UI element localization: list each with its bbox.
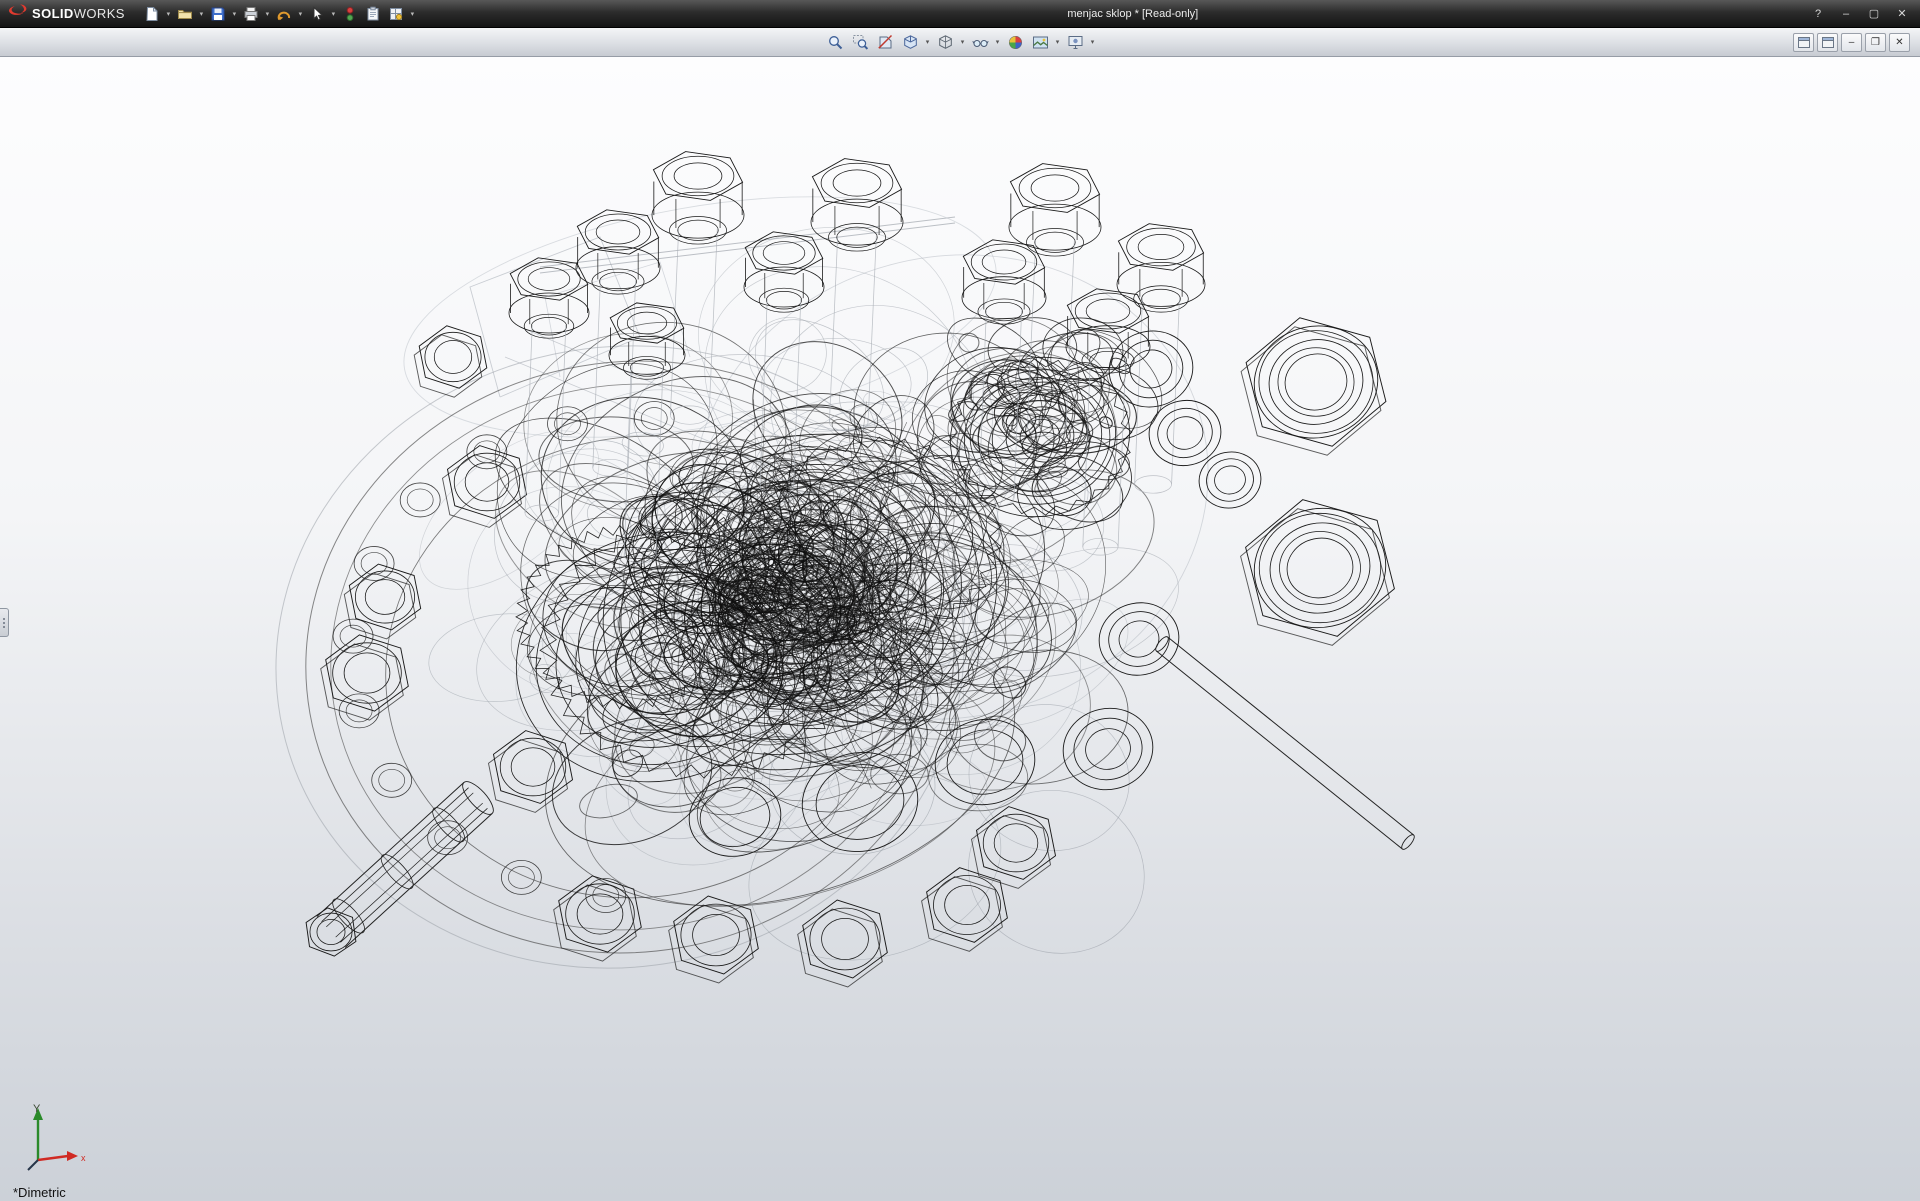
triad-x-axis	[38, 1156, 68, 1160]
zoom-to-fit-button[interactable]	[823, 31, 847, 54]
app-titlebar: SOLIDWORKS ▾ ▾ ▾ ▾ ▾ ▾ ▾ menjac sklop * [Read-…	[0, 0, 1920, 28]
solidworks-logo: SOLIDWORKS	[0, 3, 135, 24]
file-properties-button[interactable]	[362, 3, 384, 25]
minimize-document-button[interactable]: –	[1841, 33, 1862, 52]
restore-document-button[interactable]: ❐	[1865, 33, 1886, 52]
window-controls: ?–▢✕	[1806, 0, 1914, 27]
help-button[interactable]: ?	[1806, 5, 1830, 23]
section-view-button[interactable]	[873, 31, 897, 54]
document-window-controls: –❐✕	[1793, 33, 1910, 52]
new-document-button[interactable]	[141, 3, 163, 25]
save-button[interactable]	[207, 3, 229, 25]
open-document-button[interactable]	[174, 3, 196, 25]
orientation-triad: Y x	[18, 1098, 98, 1185]
view-orientation-dropdown[interactable]: ▾	[923, 38, 932, 46]
print-button[interactable]	[240, 3, 262, 25]
save-dropdown[interactable]: ▾	[230, 10, 239, 18]
main-toolbar: ▾ ▾ ▾ ▾ ▾ ▾ ▾	[135, 3, 417, 25]
graphics-viewport[interactable]: Y x *Dimetric	[0, 57, 1920, 1201]
hide-show-items-dropdown[interactable]: ▾	[993, 38, 1002, 46]
view-toolbar-row: ▾ ▾ ▾ ▾ ▾ –❐✕	[0, 28, 1920, 57]
model-wireframe	[0, 57, 1920, 1201]
panel-splitter-handle[interactable]	[0, 608, 9, 637]
view-settings-dropdown[interactable]: ▾	[1088, 38, 1097, 46]
display-style-button[interactable]	[933, 31, 957, 54]
options-button[interactable]	[385, 3, 407, 25]
options-dropdown[interactable]: ▾	[408, 10, 417, 18]
document-window-button-b[interactable]	[1817, 33, 1838, 52]
close-window-button[interactable]: ✕	[1890, 5, 1914, 23]
view-orientation-button[interactable]	[898, 31, 922, 54]
maximize-window-button[interactable]: ▢	[1862, 5, 1886, 23]
open-document-dropdown[interactable]: ▾	[197, 10, 206, 18]
view-orientation-label: *Dimetric	[13, 1185, 66, 1200]
zoom-to-area-button[interactable]	[848, 31, 872, 54]
edit-appearance-button[interactable]	[1003, 31, 1027, 54]
select-button[interactable]	[306, 3, 328, 25]
triad-z-axis	[28, 1160, 38, 1170]
view-toolbar: ▾ ▾ ▾ ▾ ▾	[823, 31, 1097, 54]
dassault-swirl-icon	[8, 3, 28, 24]
select-dropdown[interactable]: ▾	[329, 10, 338, 18]
hide-show-items-button[interactable]	[968, 31, 992, 54]
document-window-button-a[interactable]	[1793, 33, 1814, 52]
apply-scene-button[interactable]	[1028, 31, 1052, 54]
new-document-dropdown[interactable]: ▾	[164, 10, 173, 18]
apply-scene-dropdown[interactable]: ▾	[1053, 38, 1062, 46]
display-style-dropdown[interactable]: ▾	[958, 38, 967, 46]
close-document-button[interactable]: ✕	[1889, 33, 1910, 52]
view-settings-button[interactable]	[1063, 31, 1087, 54]
document-title: menjac sklop * [Read-only]	[1067, 8, 1198, 20]
rebuild-button[interactable]	[339, 3, 361, 25]
undo-button[interactable]	[273, 3, 295, 25]
undo-dropdown[interactable]: ▾	[296, 10, 305, 18]
triad-x-label: x	[81, 1153, 86, 1163]
print-dropdown[interactable]: ▾	[263, 10, 272, 18]
logo-text: SOLIDWORKS	[32, 6, 125, 21]
minimize-window-button[interactable]: –	[1834, 5, 1858, 23]
triad-y-label: Y	[33, 1103, 41, 1115]
